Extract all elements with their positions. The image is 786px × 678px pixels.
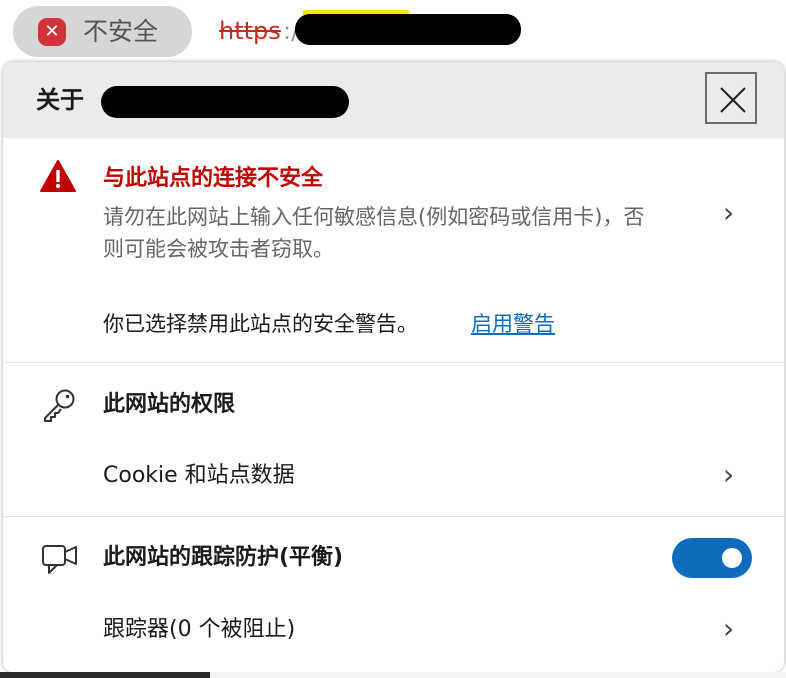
- cookies-label[interactable]: Cookie 和站点数据: [103, 459, 295, 493]
- tracking-camera-icon: [42, 545, 77, 574]
- close-button[interactable]: [705, 72, 757, 124]
- taskbar-edge: [0, 672, 210, 678]
- toggle-knob: [722, 548, 742, 568]
- warning-icon: [40, 160, 76, 192]
- chevron-right-icon[interactable]: ›: [723, 614, 734, 644]
- tracking-toggle[interactable]: [672, 538, 752, 578]
- tracking-title: 此网站的跟踪防护(平衡): [103, 545, 344, 570]
- permissions-title: 此网站的权限: [103, 392, 236, 417]
- close-icon: [720, 87, 746, 113]
- panel-title: 关于: [36, 86, 84, 114]
- divider: [3, 362, 784, 363]
- trackers-label[interactable]: 跟踪器(0 个被阻止): [103, 613, 295, 647]
- connection-title: 与此站点的连接不安全: [103, 166, 324, 191]
- panel-header: 关于: [3, 62, 784, 138]
- redacted-site-name: [101, 86, 349, 118]
- divider: [3, 516, 784, 517]
- address-bar: ✕ 不安全 https :/: [0, 0, 786, 64]
- site-info-panel: 关于 与此站点的连接不安全 请勿在此网站上输入任何敏感信息(例如密码或信用卡)，…: [3, 62, 784, 672]
- url-scheme[interactable]: https: [219, 14, 281, 48]
- enable-warnings-link[interactable]: 启用警告: [471, 308, 555, 340]
- security-label: 不安全: [83, 17, 159, 46]
- chevron-right-icon[interactable]: ›: [723, 198, 734, 228]
- security-indicator-button[interactable]: ✕ 不安全: [13, 6, 192, 57]
- connection-description: 请勿在此网站上输入任何敏感信息(例如密码或信用卡)，否则可能会被攻击者窃取。: [103, 205, 645, 261]
- not-secure-icon: ✕: [38, 18, 66, 46]
- chevron-right-icon[interactable]: ›: [723, 460, 734, 490]
- redacted-url: [295, 14, 521, 45]
- key-icon: [44, 389, 75, 422]
- disabled-warnings-note: 你已选择禁用此站点的安全警告。: [103, 312, 418, 336]
